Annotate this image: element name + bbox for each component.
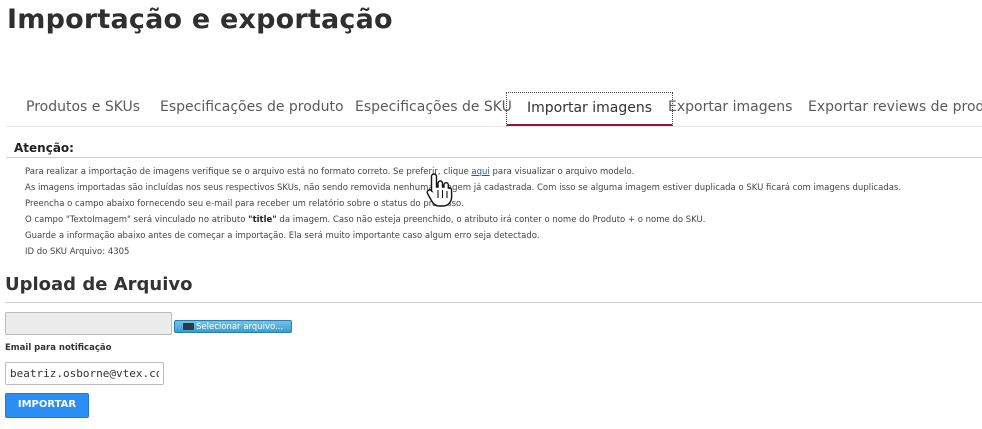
note-text: da imagem. Caso não esteja preenchido, o… bbox=[276, 215, 706, 225]
upload-title: Upload de Arquivo bbox=[5, 274, 193, 295]
import-button[interactable]: IMPORTAR bbox=[5, 393, 89, 418]
tab-bar: Produtos e SKUs Especificações de produt… bbox=[6, 90, 982, 127]
tab-importar-imagens[interactable]: Importar imagens bbox=[506, 92, 674, 126]
page-title: Importação e exportação bbox=[7, 4, 393, 35]
hand-pointer-icon bbox=[426, 173, 453, 207]
sku-file-id: ID do SKU Arquivo: 4305 bbox=[25, 247, 130, 257]
attention-title: Atenção: bbox=[14, 141, 74, 155]
tab-exportar-imagens[interactable]: Exportar imagens bbox=[668, 92, 792, 122]
attention-divider bbox=[6, 157, 982, 158]
upload-divider bbox=[5, 302, 982, 303]
note-line-3: Preencha o campo abaixo fornecendo seu e… bbox=[25, 199, 464, 209]
note-line-4: O campo "TextoImagem" será vinculado no … bbox=[25, 214, 901, 230]
folder-icon bbox=[183, 323, 194, 330]
note-line-2: As imagens importadas são incluídas nos … bbox=[25, 183, 902, 193]
model-file-link[interactable]: aqui bbox=[471, 167, 489, 177]
email-label: Email para notificação bbox=[5, 343, 112, 353]
title-attribute: "title" bbox=[248, 215, 277, 225]
tab-especificacoes-de-sku[interactable]: Especificações de SKU bbox=[355, 92, 512, 122]
select-file-button[interactable]: Selecionar arquivo... bbox=[174, 320, 292, 333]
tab-produtos-e-skus[interactable]: Produtos e SKUs bbox=[26, 92, 140, 122]
note-line-5: Guarde a informação abaixo antes de come… bbox=[25, 231, 540, 241]
note-text: Para realizar a importação de imagens ve… bbox=[25, 167, 472, 177]
note-text: O campo "TextoImagem" será vinculado no … bbox=[25, 215, 249, 225]
file-path-field[interactable] bbox=[5, 312, 172, 335]
attention-notes: Para realizar a importação de imagens ve… bbox=[25, 166, 901, 262]
note-line-1: Para realizar a importação de imagens ve… bbox=[25, 166, 901, 182]
select-file-label: Selecionar arquivo... bbox=[196, 322, 284, 332]
tab-exportar-reviews[interactable]: Exportar reviews de produto bbox=[808, 92, 982, 122]
note-text: para visualizar o arquivo modelo. bbox=[489, 167, 635, 177]
tab-especificacoes-de-produto[interactable]: Especificações de produto bbox=[160, 92, 344, 122]
email-field[interactable] bbox=[5, 362, 164, 385]
